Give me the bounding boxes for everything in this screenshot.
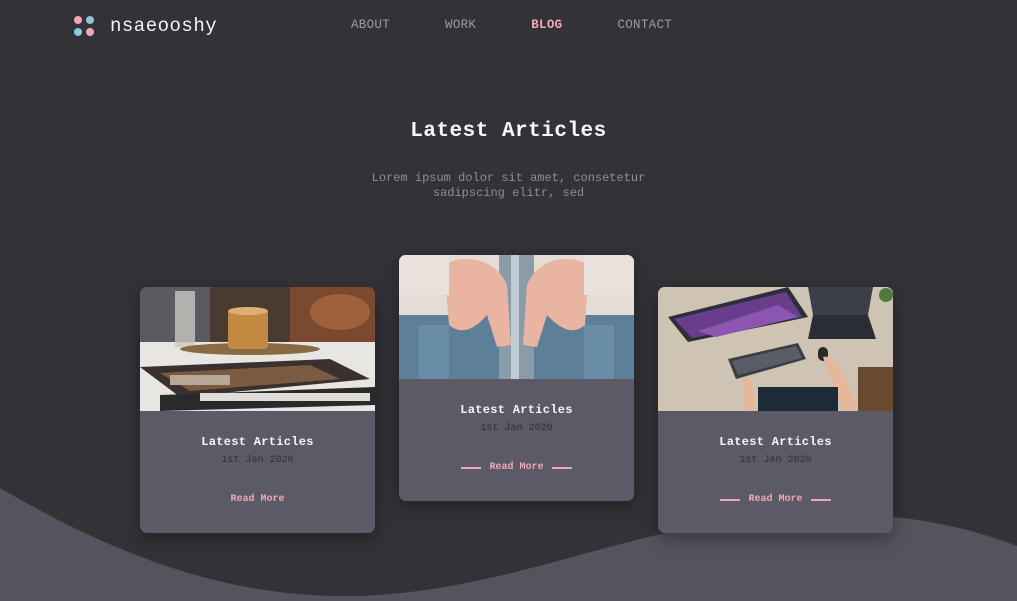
page-subtitle: Lorem ipsum dolor sit amet, consetetur s… [371, 171, 646, 200]
card-title: Latest Articles [460, 403, 573, 417]
nav-blog[interactable]: BLOG [531, 18, 562, 32]
site-header: nsaeooshy ABOUT WORK BLOG CONTACT [0, 0, 1017, 50]
main-nav: ABOUT WORK BLOG CONTACT [351, 18, 727, 32]
nav-about[interactable]: ABOUT [351, 18, 390, 32]
card-title: Latest Articles [719, 435, 832, 449]
read-more-link[interactable]: Read More [202, 494, 312, 505]
read-more-link[interactable]: Read More [461, 462, 572, 473]
link-line-left [720, 498, 741, 501]
card-title: Latest Articles [201, 435, 314, 449]
nav-contact[interactable]: CONTACT [617, 18, 672, 32]
desk-computer-image [658, 287, 893, 411]
article-card-1[interactable]: Latest Articles 1st Jan 2020 Read More [140, 287, 375, 533]
article-card-3[interactable]: Latest Articles 1st Jan 2020 Read More [658, 287, 893, 533]
article-card-2[interactable]: Latest Articles 1st Jan 2020 Read More [399, 255, 634, 501]
nav-work[interactable]: WORK [445, 18, 476, 32]
brand-logo[interactable]: nsaeooshy [72, 14, 217, 38]
card-date: 1st Jan 2020 [480, 423, 553, 434]
link-line-right [810, 498, 831, 501]
hands-door-handle-image [399, 255, 634, 379]
link-line-left [461, 466, 482, 469]
logo-dots-icon [72, 14, 96, 38]
read-more-link[interactable]: Read More [720, 494, 831, 505]
card-date: 1st Jan 2020 [221, 455, 294, 466]
link-line-right [551, 466, 572, 469]
card-date: 1st Jan 2020 [739, 455, 812, 466]
coffee-magazine-image [140, 287, 375, 411]
page-title: Latest Articles [410, 120, 607, 143]
hero-section: Latest Articles Lorem ipsum dolor sit am… [0, 120, 1017, 201]
brand-name: nsaeooshy [110, 15, 218, 37]
